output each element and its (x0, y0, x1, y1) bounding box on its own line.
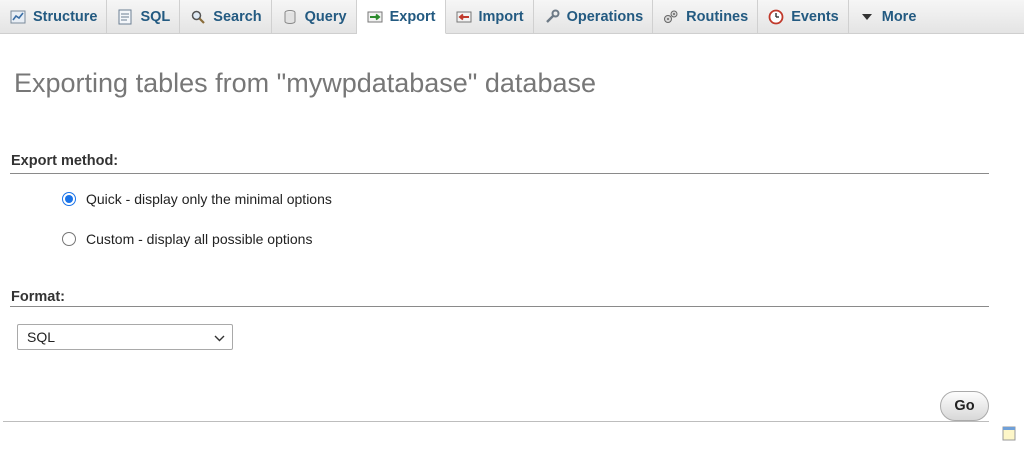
tab-import[interactable]: Import (445, 0, 534, 33)
radio-custom-button[interactable] (62, 232, 76, 246)
tab-label: Routines (686, 8, 749, 25)
wrench-icon (543, 8, 561, 26)
tab-search[interactable]: Search (180, 0, 272, 33)
tab-label: Operations (566, 8, 644, 25)
tab-sql[interactable]: SQL (107, 0, 181, 33)
export-method-label: Export method: (11, 153, 119, 169)
tab-bar: Structure SQL Search Query Export Import (0, 0, 1024, 34)
radio-custom-label: Custom - display all possible options (86, 231, 313, 247)
footer-divider (3, 421, 989, 422)
page-title: Exporting tables from "mywpdatabase" dat… (14, 68, 596, 98)
tab-routines[interactable]: Routines (653, 0, 759, 33)
routines-icon (662, 8, 680, 26)
sql-icon (116, 8, 134, 26)
search-icon (189, 8, 207, 26)
radio-quick-button[interactable] (62, 192, 76, 206)
clock-icon (767, 8, 785, 26)
export-method-divider (10, 173, 989, 174)
tab-operations[interactable]: Operations (533, 0, 654, 33)
tab-label: Export (389, 8, 436, 25)
format-select-value: SQL (27, 329, 56, 345)
radio-quick[interactable]: Quick - display only the minimal options (62, 191, 332, 207)
format-divider (10, 306, 989, 307)
structure-icon (9, 8, 27, 26)
tab-label: Events (791, 8, 839, 25)
tab-query[interactable]: Query (271, 0, 357, 33)
tab-label: Structure (33, 8, 98, 25)
tab-label: SQL (140, 8, 171, 25)
tab-structure[interactable]: Structure (0, 0, 108, 33)
radio-quick-label: Quick - display only the minimal options (86, 191, 332, 207)
go-button[interactable]: Go (940, 391, 989, 421)
triangle-down-icon (858, 8, 876, 26)
query-icon (281, 8, 299, 26)
import-icon (455, 8, 473, 26)
format-label: Format: (11, 289, 65, 305)
radio-custom[interactable]: Custom - display all possible options (62, 231, 312, 247)
tab-export[interactable]: Export (356, 0, 446, 34)
console-icon[interactable] (1002, 425, 1016, 441)
tab-label: More (881, 8, 917, 25)
chevron-down-icon (214, 329, 225, 345)
tab-more[interactable]: More (848, 0, 1024, 33)
tab-events[interactable]: Events (758, 0, 849, 33)
tab-label: Search (213, 8, 262, 25)
export-icon (366, 8, 384, 26)
format-select[interactable]: SQL (17, 324, 233, 350)
tab-label: Import (478, 8, 524, 25)
tab-label: Query (304, 8, 347, 25)
